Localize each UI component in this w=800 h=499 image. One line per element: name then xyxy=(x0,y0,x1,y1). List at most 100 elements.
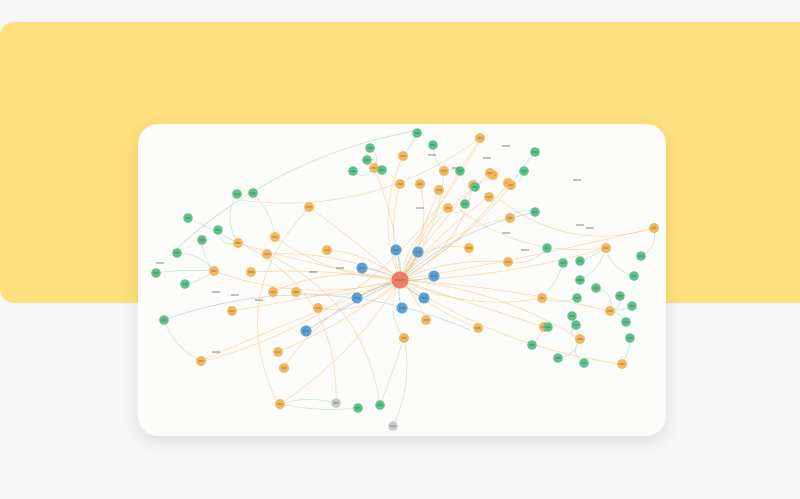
node-label-mark xyxy=(507,217,513,219)
edge-label-mark xyxy=(502,232,510,234)
node-label-mark xyxy=(417,183,423,185)
node-label-mark xyxy=(174,252,180,254)
edge-label-mark xyxy=(573,179,581,181)
node-label-mark xyxy=(475,327,481,329)
node-label-mark xyxy=(445,207,451,209)
node-label-mark xyxy=(229,310,235,312)
graph-edge xyxy=(387,155,404,281)
node-label-mark xyxy=(275,351,281,353)
node-label-mark xyxy=(423,319,429,321)
node-label-mark xyxy=(555,357,561,359)
graph-edge xyxy=(174,129,421,251)
graph-edge xyxy=(541,262,564,299)
node-label-mark xyxy=(617,295,623,297)
node-label-mark xyxy=(353,297,361,299)
graph-edge xyxy=(541,297,578,302)
graph-edge xyxy=(213,270,401,291)
node-label-mark xyxy=(420,297,428,299)
edge-label-mark xyxy=(576,224,584,226)
node-label-mark xyxy=(573,324,579,326)
node-label-mark xyxy=(414,251,422,253)
node-label-mark xyxy=(532,151,538,153)
graph-edge xyxy=(187,217,239,244)
node-label-mark xyxy=(364,159,370,161)
network-graph-card[interactable] xyxy=(138,124,666,436)
node-label-mark xyxy=(264,253,270,255)
node-label-mark xyxy=(355,407,361,409)
edge-label-mark xyxy=(452,167,460,169)
edge-label-mark xyxy=(231,294,239,296)
node-label-mark xyxy=(569,315,575,317)
node-label-mark xyxy=(577,260,583,262)
edge-label-mark xyxy=(212,291,220,293)
node-label-mark xyxy=(508,184,514,186)
graph-edge xyxy=(308,206,401,281)
edge-label-mark xyxy=(521,249,529,251)
node-label-mark xyxy=(627,337,633,339)
node-label-mark xyxy=(235,242,241,244)
graph-edge xyxy=(279,279,401,405)
node-label-mark xyxy=(401,337,407,339)
graph-edge xyxy=(279,403,359,410)
node-label-mark xyxy=(603,247,609,249)
node-label-mark xyxy=(270,291,276,293)
graph-edge xyxy=(579,247,607,281)
node-label-mark xyxy=(153,272,159,274)
node-label-mark xyxy=(477,137,483,139)
node-label-mark xyxy=(199,239,205,241)
node-label-mark xyxy=(211,270,217,272)
node-label-mark xyxy=(539,297,545,299)
edge-label-mark xyxy=(156,262,164,264)
node-label-mark xyxy=(521,170,527,172)
node-label-mark xyxy=(472,186,478,188)
graph-edge xyxy=(399,137,481,281)
node-label-mark xyxy=(215,229,221,231)
node-label-mark xyxy=(185,217,191,219)
edge-label-mark xyxy=(212,351,220,353)
node-label-mark xyxy=(161,319,167,321)
node-label-mark xyxy=(198,360,204,362)
node-label-mark xyxy=(398,307,406,309)
node-label-mark xyxy=(281,367,287,369)
node-label-mark xyxy=(581,362,587,364)
network-graph[interactable] xyxy=(138,124,666,436)
edge-label-mark xyxy=(483,157,491,159)
node-label-mark xyxy=(248,271,254,273)
edge-label-mark xyxy=(428,154,436,156)
node-label-mark xyxy=(333,402,339,404)
node-label-mark xyxy=(350,170,356,172)
node-label-mark xyxy=(371,167,377,169)
graph-edge xyxy=(279,399,337,405)
node-label-mark xyxy=(441,170,447,172)
node-label-mark xyxy=(272,236,278,238)
graph-edge xyxy=(392,337,408,427)
node-label-mark xyxy=(532,211,538,213)
node-label-mark xyxy=(390,425,396,427)
graph-edge xyxy=(605,247,635,277)
node-label-mark xyxy=(544,247,550,249)
edge-label-mark xyxy=(416,207,424,209)
node-label-mark xyxy=(234,193,240,195)
node-label-mark xyxy=(466,247,472,249)
graph-edge xyxy=(379,337,405,406)
node-label-mark xyxy=(623,321,629,323)
node-label-mark xyxy=(379,169,385,171)
edge-label-mark xyxy=(255,299,263,301)
edge-label-mark xyxy=(586,227,594,229)
node-label-mark xyxy=(315,307,321,309)
node-label-mark xyxy=(430,275,438,277)
graph-edge xyxy=(499,199,655,237)
node-label-mark xyxy=(277,403,283,405)
node-label-mark xyxy=(607,310,613,312)
node-label-mark xyxy=(367,147,373,149)
node-label-mark xyxy=(560,262,566,264)
graph-edge xyxy=(163,319,202,362)
node-label-mark xyxy=(358,267,366,269)
node-label-mark xyxy=(457,170,463,172)
node-label-mark xyxy=(651,227,657,229)
node-label-mark xyxy=(250,192,256,194)
node-label-mark xyxy=(436,189,442,191)
node-label-mark xyxy=(638,255,644,257)
node-label-mark xyxy=(577,338,583,340)
page xyxy=(0,0,800,499)
